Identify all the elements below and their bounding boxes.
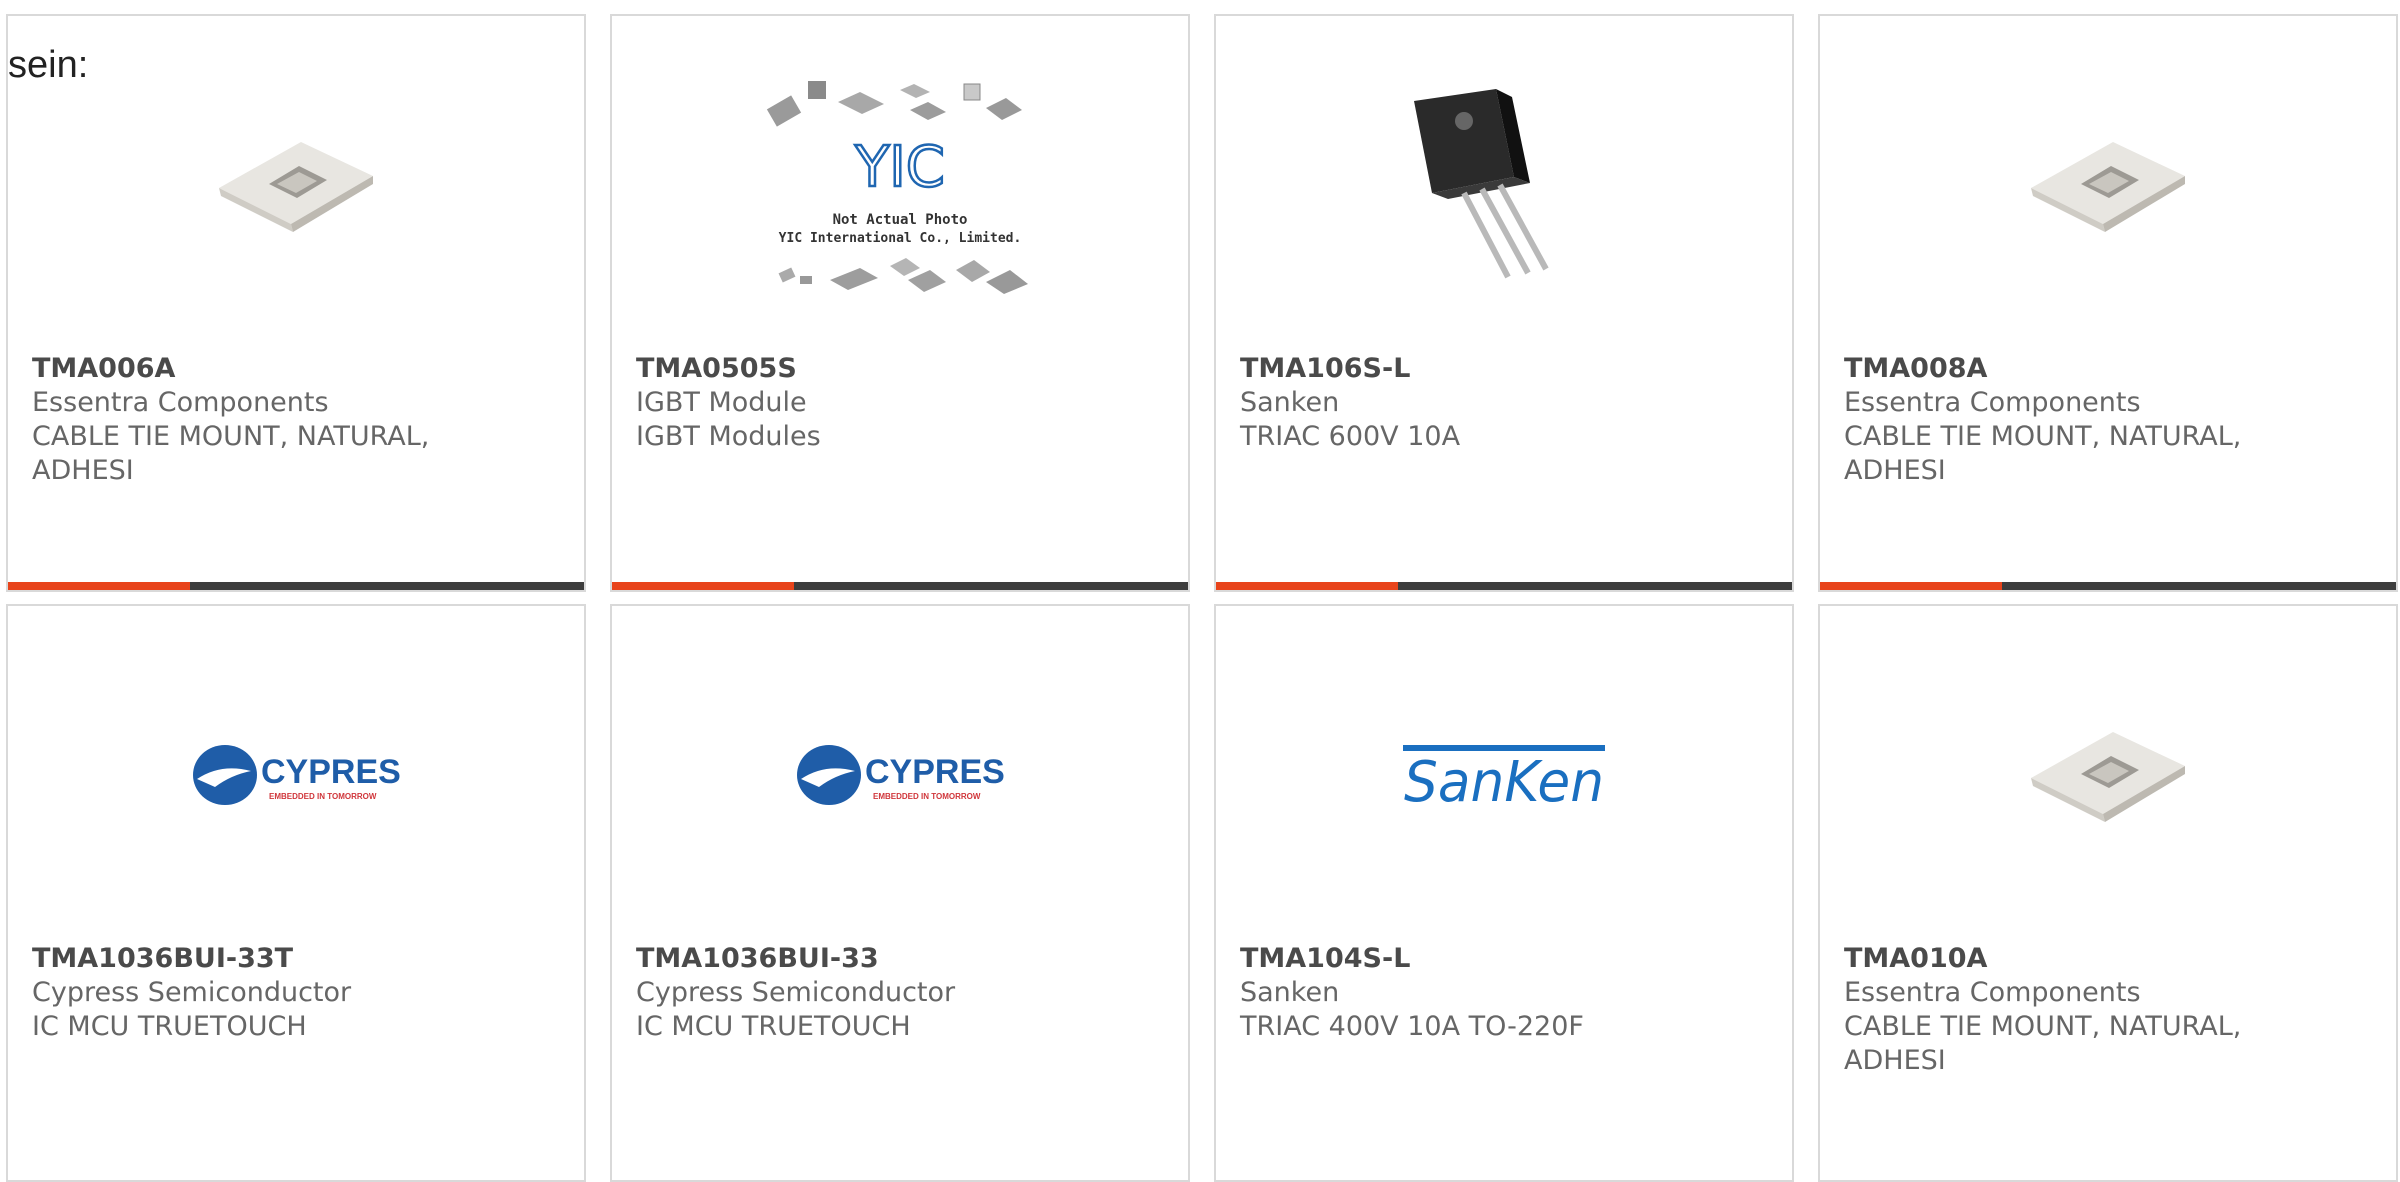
part-number[interactable]: TMA008A: [1844, 352, 2336, 386]
card-footer-bar: [1216, 582, 1792, 590]
manufacturer: Cypress Semiconductor: [636, 977, 956, 1008]
product-image[interactable]: CYPRESS EMBEDDED IN TOMORROW: [612, 626, 1188, 926]
cypress-tagline: EMBEDDED IN TOMORROW: [269, 792, 377, 801]
product-image[interactable]: YIC Not Actual Photo YIC International C…: [612, 36, 1188, 336]
manufacturer: Sanken: [1240, 977, 1340, 1008]
product-image[interactable]: [8, 36, 584, 336]
triac-to220-image: [1414, 89, 1549, 279]
card-footer-bar: [612, 582, 1188, 590]
cypress-logo: CYPRESS EMBEDDED IN TOMORROW: [797, 745, 1005, 805]
part-number[interactable]: TMA006A: [32, 352, 524, 386]
description: IC MCU TRUETOUCH: [32, 1011, 307, 1042]
part-number[interactable]: TMA010A: [1844, 942, 2336, 976]
manufacturer: Sanken: [1240, 387, 1340, 418]
product-image[interactable]: [1820, 36, 2396, 336]
product-card-tma0505s[interactable]: YIC Not Actual Photo YIC International C…: [610, 14, 1190, 592]
cypress-logo: CYPRESS EMBEDDED IN TOMORROW: [193, 745, 401, 805]
cable-tie-mount-image: [2031, 142, 2185, 232]
part-number[interactable]: TMA1036BUI-33: [636, 942, 1128, 976]
part-number[interactable]: TMA104S-L: [1240, 942, 1732, 976]
description: TRIAC 600V 10A: [1240, 421, 1461, 452]
manufacturer: IGBT Module: [636, 387, 807, 418]
description: CABLE TIE MOUNT, NATURAL, ADHESI: [32, 421, 430, 486]
product-card-tma006a[interactable]: TMA006A Essentra Components CABLE TIE MO…: [6, 14, 586, 592]
cable-tie-mount-image: [219, 142, 373, 232]
card-footer-bar: [8, 582, 584, 590]
manufacturer: Cypress Semiconductor: [32, 977, 352, 1008]
card-accent-bar: [612, 582, 794, 590]
card-footer-bar: [1820, 582, 2396, 590]
product-card-tma010a[interactable]: TMA010A Essentra Components CABLE TIE MO…: [1818, 604, 2398, 1182]
product-card-tma1036bui-33[interactable]: CYPRESS EMBEDDED IN TOMORROW TMA1036BUI-…: [610, 604, 1190, 1182]
cypress-tagline: EMBEDDED IN TOMORROW: [873, 792, 981, 801]
product-card-tma106s-l[interactable]: TMA106S-L Sanken TRIAC 600V 10A: [1214, 14, 1794, 592]
description: CABLE TIE MOUNT, NATURAL, ADHESI: [1844, 421, 2242, 486]
description: IC MCU TRUETOUCH: [636, 1011, 911, 1042]
product-card-tma1036bui-33t[interactable]: CYPRESS EMBEDDED IN TOMORROW TMA1036BUI-…: [6, 604, 586, 1182]
manufacturer: Essentra Components: [32, 387, 329, 418]
product-card-tma104s-l[interactable]: SanKen TMA104S-L Sanken TRIAC 400V 10A T…: [1214, 604, 1794, 1182]
yic-caption-2: YIC International Co., Limited.: [779, 231, 1022, 246]
card-accent-bar: [1820, 582, 2002, 590]
description: CABLE TIE MOUNT, NATURAL, ADHESI: [1844, 1011, 2242, 1076]
product-image[interactable]: [1216, 36, 1792, 336]
sanken-logo: SanKen: [1403, 745, 1605, 811]
part-number[interactable]: TMA106S-L: [1240, 352, 1732, 386]
cypress-wordmark: CYPRESS: [865, 753, 1005, 791]
part-number[interactable]: TMA1036BUI-33T: [32, 942, 524, 976]
card-accent-bar: [8, 582, 190, 590]
cypress-wordmark: CYPRESS: [261, 753, 401, 791]
card-accent-bar: [1216, 582, 1398, 590]
description: IGBT Modules: [636, 421, 821, 452]
yic-placeholder-image: YIC Not Actual Photo YIC International C…: [766, 81, 1028, 294]
product-image[interactable]: [1820, 626, 2396, 926]
manufacturer: Essentra Components: [1844, 387, 2141, 418]
product-image[interactable]: SanKen: [1216, 626, 1792, 926]
product-image[interactable]: CYPRESS EMBEDDED IN TOMORROW: [8, 626, 584, 926]
description: TRIAC 400V 10A TO-220F: [1240, 1011, 1584, 1042]
sanken-wordmark: SanKen: [1404, 750, 1604, 811]
part-number[interactable]: TMA0505S: [636, 352, 1128, 386]
cable-tie-mount-image: [2031, 732, 2185, 822]
yic-logo: YIC: [854, 135, 945, 200]
intro-text: sein:: [8, 44, 89, 86]
yic-caption-1: Not Actual Photo: [833, 212, 968, 228]
product-card-tma008a[interactable]: TMA008A Essentra Components CABLE TIE MO…: [1818, 14, 2398, 592]
manufacturer: Essentra Components: [1844, 977, 2141, 1008]
